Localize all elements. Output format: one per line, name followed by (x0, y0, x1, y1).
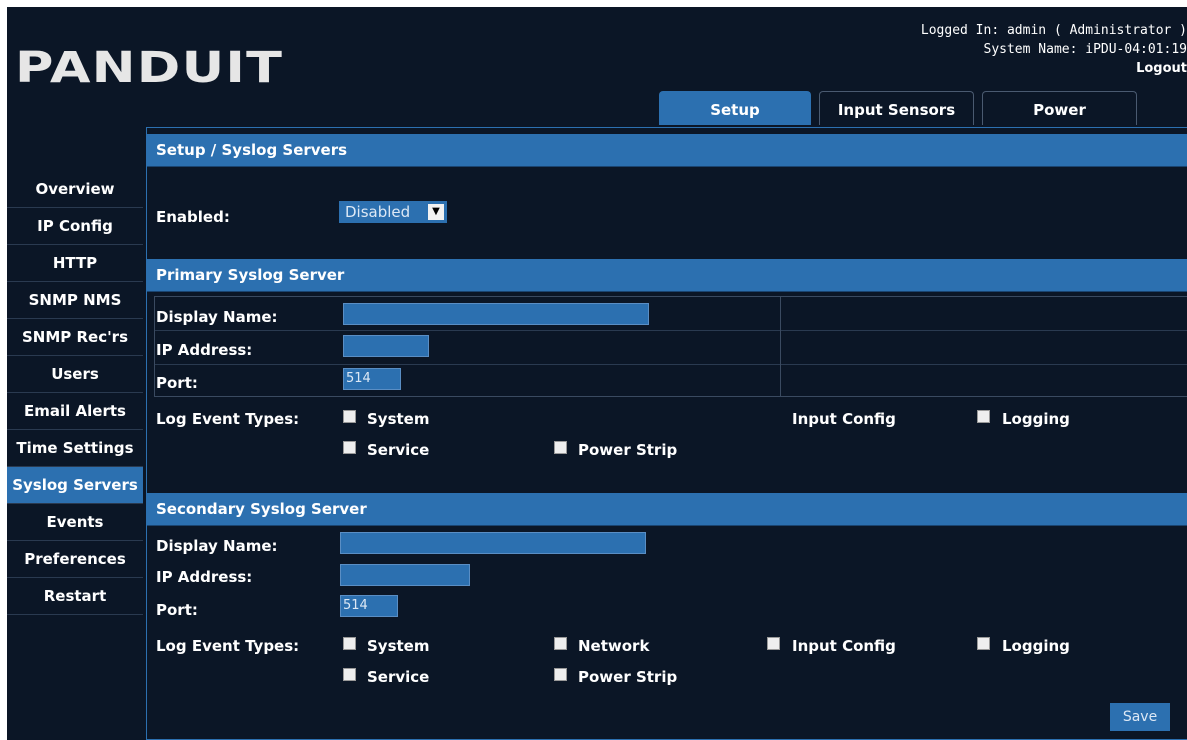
primary-input-config-label: Input Config (792, 410, 896, 428)
row-divider (155, 330, 1187, 331)
primary-section-header: Primary Syslog Server (147, 259, 1187, 292)
enabled-select-value: Disabled (345, 203, 411, 221)
secondary-display-name-label: Display Name: (156, 537, 278, 555)
secondary-system-label: System (367, 637, 430, 655)
primary-ip-label: IP Address: (156, 341, 253, 359)
column-divider (780, 297, 781, 396)
secondary-ip-label: IP Address: (156, 568, 253, 586)
secondary-section-header: Secondary Syslog Server (147, 493, 1187, 526)
primary-system-checkbox[interactable] (343, 410, 356, 423)
sidebar-item-syslog-servers[interactable]: Syslog Servers (7, 467, 143, 504)
session-info: Logged In: admin ( Administrator ) Syste… (921, 21, 1187, 78)
secondary-power-strip-checkbox[interactable] (554, 668, 567, 681)
logout-link[interactable]: Logout (921, 59, 1187, 78)
secondary-power-strip-label: Power Strip (578, 668, 678, 686)
sidebar-item-ip-config[interactable]: IP Config (7, 208, 143, 245)
sidebar-item-http[interactable]: HTTP (7, 245, 143, 282)
enabled-label: Enabled: (156, 208, 230, 226)
secondary-port-input[interactable]: 514 (340, 595, 398, 617)
primary-display-name-input[interactable] (343, 303, 649, 325)
primary-logging-label: Logging (1002, 410, 1070, 428)
primary-port-label: Port: (156, 374, 198, 392)
tab-input-sensors[interactable]: Input Sensors (819, 91, 974, 125)
sidebar-item-restart[interactable]: Restart (7, 578, 143, 615)
primary-service-label: Service (367, 441, 430, 459)
tab-setup[interactable]: Setup (659, 91, 811, 125)
secondary-logging-checkbox[interactable] (977, 637, 990, 650)
sidebar-item-time-settings[interactable]: Time Settings (7, 430, 143, 467)
sidebar-item-events[interactable]: Events (7, 504, 143, 541)
primary-port-input[interactable]: 514 (343, 368, 401, 390)
primary-power-strip-checkbox[interactable] (554, 441, 567, 454)
primary-logging-checkbox[interactable] (977, 410, 990, 423)
app-window: PANDUIT Logged In: admin ( Administrator… (7, 7, 1187, 740)
sidebar-item-email-alerts[interactable]: Email Alerts (7, 393, 143, 430)
secondary-log-types-label: Log Event Types: (156, 637, 300, 655)
secondary-logging-label: Logging (1002, 637, 1070, 655)
row-divider (155, 364, 1187, 365)
tab-power[interactable]: Power (982, 91, 1137, 125)
primary-fields-box (154, 296, 1187, 397)
enabled-select[interactable]: Disabled ▼ (339, 201, 447, 223)
logged-in-text: Logged In: admin ( Administrator ) (920, 23, 1187, 38)
secondary-network-checkbox[interactable] (554, 637, 567, 650)
secondary-input-config-label: Input Config (792, 637, 896, 655)
primary-power-strip-label: Power Strip (578, 441, 678, 459)
secondary-network-label: Network (578, 637, 650, 655)
primary-display-name-label: Display Name: (156, 308, 278, 326)
sidebar-nav: Overview IP Config HTTP SNMP NMS SNMP Re… (7, 171, 143, 615)
sidebar-item-snmp-nms[interactable]: SNMP NMS (7, 282, 143, 319)
sidebar-item-snmp-receivers[interactable]: SNMP Rec'rs (7, 319, 143, 356)
secondary-service-checkbox[interactable] (343, 668, 356, 681)
secondary-input-config-checkbox[interactable] (767, 637, 780, 650)
sidebar-item-users[interactable]: Users (7, 356, 143, 393)
sidebar-item-preferences[interactable]: Preferences (7, 541, 143, 578)
primary-log-types-label: Log Event Types: (156, 410, 300, 428)
chevron-down-icon: ▼ (428, 204, 444, 220)
secondary-port-label: Port: (156, 601, 198, 619)
secondary-service-label: Service (367, 668, 430, 686)
primary-ip-input[interactable] (343, 335, 429, 357)
page-title: Setup / Syslog Servers (147, 134, 1187, 167)
panduit-logo: PANDUIT (15, 43, 284, 93)
save-button[interactable]: Save (1110, 703, 1170, 731)
content-panel: Setup / Syslog Servers Enabled: Disabled… (146, 127, 1187, 740)
sidebar-item-overview[interactable]: Overview (7, 171, 143, 208)
secondary-ip-input[interactable] (340, 564, 470, 586)
system-name-text: System Name: iPDU-04:01:19 (983, 42, 1187, 57)
secondary-system-checkbox[interactable] (343, 637, 356, 650)
primary-service-checkbox[interactable] (343, 441, 356, 454)
primary-system-label: System (367, 410, 430, 428)
secondary-display-name-input[interactable] (340, 532, 646, 554)
